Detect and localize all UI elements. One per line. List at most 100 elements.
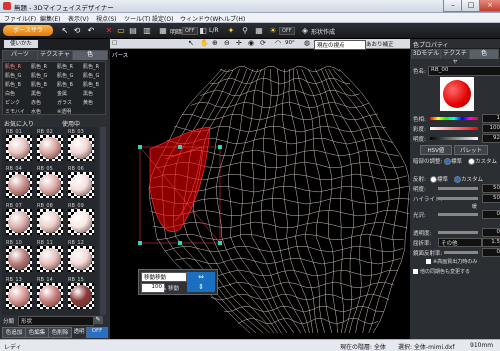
menu-view[interactable]: 表示(V)	[68, 14, 89, 23]
material-swatch[interactable]	[37, 172, 63, 198]
palette-cell[interactable]: 肌色_R	[83, 63, 99, 70]
refraction-value[interactable]: 1.5	[482, 238, 500, 247]
palette-cell[interactable]: 肌色_G	[31, 72, 47, 79]
undo-icon[interactable]: ↶	[86, 26, 96, 36]
material-swatch[interactable]	[6, 172, 32, 198]
preview-label[interactable]: 形状作成	[311, 27, 335, 36]
material-swatch[interactable]	[6, 135, 32, 161]
palette-cell[interactable]: 肌色_R	[31, 63, 47, 70]
palette-cell[interactable]: 肌色_G	[83, 72, 99, 79]
palette-cell[interactable]: 黒色	[31, 90, 41, 97]
palette-cell[interactable]: 黒色	[83, 90, 93, 97]
brightness-value[interactable]: 50	[482, 184, 500, 193]
shading-toggle[interactable]: OFF	[182, 27, 198, 35]
material-swatch[interactable]	[37, 246, 63, 272]
menu-viewpoint[interactable]: 視点(S)	[96, 14, 117, 23]
hsv-button[interactable]: HSV値	[420, 145, 452, 155]
rotate-icon[interactable]: ⟲	[72, 26, 82, 36]
minimize-button[interactable]: –	[443, 0, 463, 12]
material-swatch[interactable]	[6, 283, 32, 309]
tab-prop-texture[interactable]: テクスチャ	[440, 49, 470, 65]
material-swatch[interactable]	[37, 283, 63, 309]
hand-icon[interactable]: ✋	[200, 39, 209, 47]
material-swatch[interactable]	[37, 135, 63, 161]
zoom-out-icon[interactable]: ⊖	[224, 39, 230, 47]
reflect-standard-radio[interactable]	[430, 176, 437, 183]
transform-arrows-icon[interactable]: ⇔ ⇕	[187, 272, 215, 292]
transparency-slider[interactable]	[438, 231, 478, 234]
material-swatch[interactable]	[68, 209, 94, 235]
menu-edit[interactable]: 編集(E)	[40, 14, 60, 23]
select-icon[interactable]: ↖	[60, 26, 70, 36]
wand-icon[interactable]: ✦	[226, 26, 236, 36]
material-swatch[interactable]	[68, 135, 94, 161]
transparency-value[interactable]: 0	[482, 228, 500, 237]
sat-slider[interactable]	[430, 127, 478, 130]
light-toggle[interactable]: OFF	[279, 27, 295, 35]
tab-3dmodel[interactable]: 3Dモデル	[411, 49, 441, 59]
pin-icon[interactable]: ⚲	[240, 26, 250, 36]
material-swatch[interactable]	[6, 246, 32, 272]
palette-cell[interactable]: 肌色_G	[57, 72, 73, 79]
fov-icon[interactable]: ◠	[275, 39, 281, 47]
shape-icon[interactable]: ◈	[300, 26, 310, 36]
palette-cell[interactable]: 肌色_B	[5, 81, 21, 88]
delete-icon[interactable]: ✕	[104, 26, 114, 36]
gloss-standard-radio[interactable]	[444, 158, 451, 165]
tab-texture[interactable]: テクスチャ	[37, 50, 73, 60]
palette-cell[interactable]: 肌色_B	[83, 81, 99, 88]
menu-settings[interactable]: 設定(O)	[152, 14, 173, 23]
palette-cell[interactable]: 肌色_R	[5, 63, 21, 70]
material-swatch[interactable]	[37, 209, 63, 235]
edit-color-button[interactable]: 色編集	[25, 327, 49, 338]
open-icon[interactable]: ▭	[116, 26, 126, 36]
grid-icon[interactable]: ▦	[254, 26, 264, 36]
pose-button[interactable]: ポースサラ	[3, 25, 53, 36]
transparent-toggle[interactable]: OFF	[86, 327, 108, 338]
palette-cell[interactable]: 黄色	[83, 99, 93, 106]
hq-checkbox[interactable]	[426, 259, 431, 264]
tab-prop-color[interactable]: 色	[469, 49, 499, 59]
highlight-value[interactable]: 50	[482, 194, 500, 203]
palette-cell[interactable]: 肌色_R	[57, 63, 73, 70]
camera-icon[interactable]: ◉	[248, 39, 254, 47]
light-icon[interactable]: ☀	[268, 26, 278, 36]
menu-help[interactable]: ヘルプ(H)	[218, 14, 245, 23]
gloss-custom-radio[interactable]	[468, 158, 475, 165]
palette-cell[interactable]: ミモハイ	[5, 108, 25, 115]
palette-cell[interactable]: 肌色_G	[5, 72, 21, 79]
tab-howto[interactable]: 使いかた	[4, 40, 38, 48]
palette-cell[interactable]: 肌色_B	[57, 81, 73, 88]
color-name-field[interactable]: RB_00	[428, 66, 500, 76]
print-icon[interactable]: ▥	[142, 26, 152, 36]
mirror-correct-button[interactable]: あおり補正	[366, 40, 394, 48]
viewport[interactable]: □ ↖ ✋ ⊕ ⊖ ✛ ◉ ⟳ ◠ 90° ◍ 現在の視点 あおり補正 パース …	[110, 39, 410, 339]
palette-cell[interactable]: 肌色_B	[31, 81, 47, 88]
brightness-slider[interactable]	[438, 187, 478, 190]
mirror-value[interactable]: 0	[482, 248, 500, 257]
shading-icon[interactable]: ▦	[158, 26, 168, 36]
palette-cell[interactable]: 赤色	[31, 99, 41, 106]
camera-view-icon[interactable]: ◍	[304, 39, 310, 47]
tab-color[interactable]: 色	[72, 50, 108, 60]
bri-slider[interactable]	[430, 137, 478, 140]
sync-checkbox[interactable]	[413, 269, 418, 274]
palette-cell[interactable]: 水色	[31, 108, 41, 115]
palette-button[interactable]: パレット	[454, 145, 488, 155]
menu-window[interactable]: ウィンドウ(W)	[180, 14, 221, 23]
zoom-in-icon[interactable]: ⊕	[212, 39, 218, 47]
hue-slider[interactable]	[430, 117, 478, 120]
refraction-select[interactable]: その他	[438, 238, 482, 247]
scrollbar[interactable]	[100, 127, 106, 315]
menu-tools[interactable]: ツール(T)	[124, 14, 150, 23]
glow-slider[interactable]	[438, 213, 478, 216]
glow-value[interactable]: 0	[482, 210, 500, 219]
palette-cell[interactable]: ガラス	[57, 99, 72, 106]
tab-parts[interactable]: パーツ	[2, 50, 38, 60]
transform-mode-select[interactable]: 移動移動	[141, 272, 187, 282]
lr-icon[interactable]: ◧	[198, 26, 208, 36]
palette-cell[interactable]: 白色	[5, 90, 15, 97]
palette-cell[interactable]: 金属	[57, 90, 67, 97]
palette-cell[interactable]: ピンク	[5, 99, 20, 106]
save-icon[interactable]: ▤	[128, 26, 138, 36]
